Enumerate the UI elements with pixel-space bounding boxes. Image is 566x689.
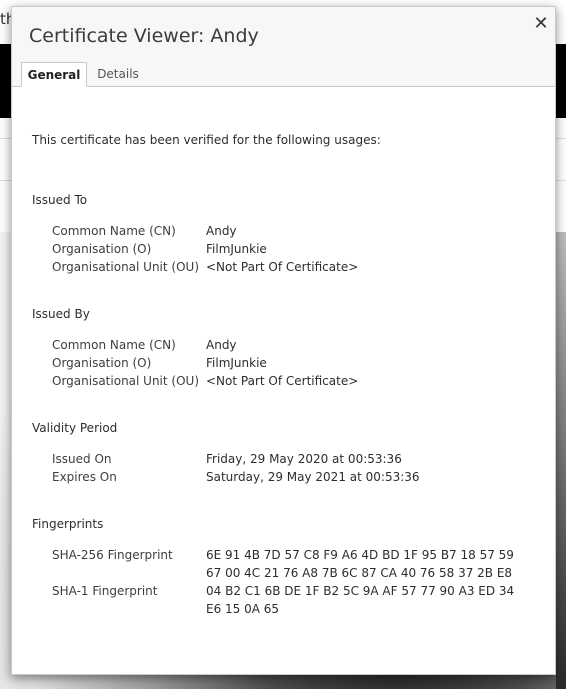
section-heading-issued-by: Issued By	[32, 307, 90, 321]
section-heading-fingerprints: Fingerprints	[32, 517, 104, 531]
field-label: Issued On	[52, 452, 112, 466]
section-heading-validity: Validity Period	[32, 421, 118, 435]
section-heading-issued-to: Issued To	[32, 193, 88, 207]
tab-bar: General Details	[12, 62, 555, 87]
field-label: SHA-256 Fingerprint	[52, 548, 173, 562]
field-value: Andy	[206, 224, 237, 238]
field-label: SHA-1 Fingerprint	[52, 584, 158, 598]
field-label: Organisation (O)	[52, 242, 152, 256]
general-tab-panel: This certificate has been verified for t…	[12, 87, 555, 674]
fingerprint-value: 67 00 4C 21 76 A8 7B 6C 87 CA 40 76 58 3…	[206, 566, 513, 580]
verified-usages-text: This certificate has been verified for t…	[32, 133, 381, 147]
field-value: <Not Part Of Certificate>	[206, 260, 359, 274]
fingerprint-value: 04 B2 C1 6B DE 1F B2 5C 9A AF 57 77 90 A…	[206, 584, 515, 598]
field-label: Expires On	[52, 470, 117, 484]
background-image-edge	[556, 232, 566, 689]
field-label: Organisation (O)	[52, 356, 152, 370]
fingerprint-value: E6 15 0A 65	[206, 602, 280, 616]
tab-details[interactable]: Details	[88, 62, 148, 86]
field-value: FilmJunkie	[206, 242, 267, 256]
certificate-viewer-dialog: Certificate Viewer: Andy ✕ General Detai…	[11, 6, 556, 675]
field-label: Organisational Unit (OU)	[52, 374, 200, 388]
field-value: FilmJunkie	[206, 356, 267, 370]
field-label: Common Name (CN)	[52, 338, 176, 352]
field-value: Andy	[206, 338, 237, 352]
field-value: <Not Part Of Certificate>	[206, 374, 359, 388]
tab-general[interactable]: General	[21, 62, 87, 87]
fingerprint-value: 6E 91 4B 7D 57 C8 F9 A6 4D BD 1F 95 B7 1…	[206, 548, 514, 562]
dialog-title: Certificate Viewer: Andy	[29, 25, 259, 47]
field-value: Saturday, 29 May 2021 at 00:53:36	[206, 470, 420, 484]
field-value: Friday, 29 May 2020 at 00:53:36	[206, 452, 402, 466]
field-label: Organisational Unit (OU)	[52, 260, 200, 274]
field-label: Common Name (CN)	[52, 224, 176, 238]
close-icon[interactable]: ✕	[530, 13, 552, 35]
